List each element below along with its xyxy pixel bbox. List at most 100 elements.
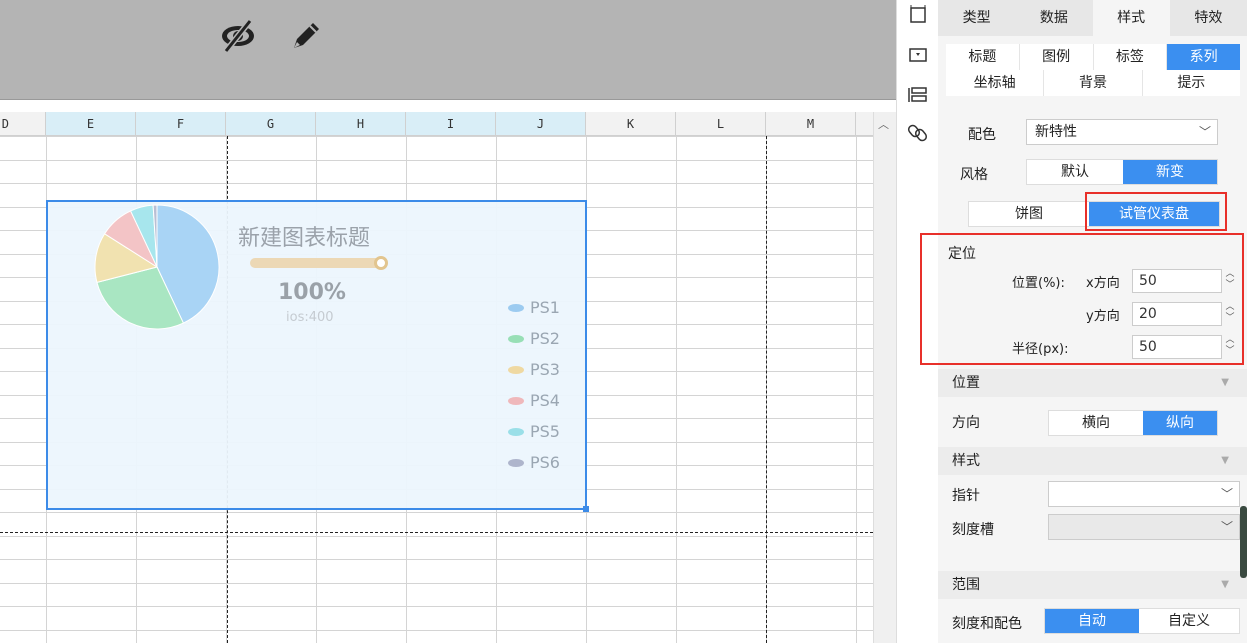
chart-title: 新建图表标题 (238, 226, 371, 251)
grid-row-line (0, 559, 873, 560)
direction-label: 方向 (952, 415, 980, 431)
legend-marker-icon (508, 427, 524, 436)
caret-down-icon: ▼ (1221, 579, 1229, 590)
custom-button[interactable]: 自定义 (1139, 609, 1239, 633)
column-header[interactable]: K (586, 112, 676, 136)
eye-slash-icon[interactable] (218, 16, 258, 56)
style-sub-tabs: 标题 图例 标签 系列 坐标轴 背景 提示 (946, 44, 1240, 96)
scroll-up-icon[interactable]: ︿ (878, 116, 889, 132)
legend-label: PS4 (530, 391, 560, 410)
vertical-scrollbar[interactable]: ︿ (873, 112, 896, 643)
column-header[interactable]: E (46, 112, 136, 136)
color-scheme-select[interactable]: 新特性 ﹀ (1026, 119, 1218, 145)
tab-data[interactable]: 数据 (1015, 0, 1092, 36)
highlight-box (920, 233, 1244, 365)
position-section-header[interactable]: 位置 ▼ (938, 369, 1247, 397)
main-tabs: 类型 数据 样式 特效 (938, 0, 1247, 36)
grid-col-line (676, 136, 677, 643)
color-scheme-value: 新特性 (1035, 124, 1077, 140)
tab-type[interactable]: 类型 (938, 0, 1015, 36)
grid-row-line (0, 512, 873, 513)
legend-marker-icon (508, 396, 524, 405)
grid-row-line (0, 159, 873, 161)
layout-icon[interactable] (907, 84, 929, 106)
range-section-header[interactable]: 范围 ▼ (938, 571, 1247, 599)
column-header[interactable]: M (766, 112, 856, 136)
column-header[interactable]: J (496, 112, 586, 136)
highlight-box (1085, 192, 1227, 231)
chart-legend: PS1 PS2 PS3 PS4 PS5 PS6 (508, 292, 560, 478)
legend-marker-icon (508, 303, 524, 312)
groove-select[interactable]: ﹀ (1048, 514, 1240, 540)
style-default-button[interactable]: 默认 (1027, 160, 1123, 184)
style-section-header[interactable]: 样式 ▼ (938, 447, 1247, 475)
vertical-button[interactable]: 纵向 (1143, 411, 1217, 435)
tab-series[interactable]: 系列 (1167, 44, 1240, 70)
tab-title[interactable]: 标题 (946, 44, 1020, 70)
auto-button[interactable]: 自动 (1045, 609, 1139, 633)
legend-marker-icon (508, 458, 524, 467)
legend-label: PS2 (530, 329, 560, 348)
chevron-down-icon: ﹀ (1220, 487, 1233, 501)
section-title: 范围 (952, 577, 980, 593)
pointer-select[interactable]: ﹀ (1048, 481, 1240, 507)
panel-resize-grip[interactable] (1240, 506, 1247, 578)
column-header[interactable]: H (316, 112, 406, 136)
frame-icon[interactable] (907, 4, 929, 26)
grid-row-line (0, 629, 873, 631)
tab-tooltip[interactable]: 提示 (1143, 70, 1240, 96)
tab-style[interactable]: 样式 (1092, 0, 1170, 36)
scale-color-segmented: 自动 自定义 (1044, 608, 1240, 634)
tab-label[interactable]: 标签 (1094, 44, 1168, 70)
column-header[interactable]: F (136, 112, 226, 136)
chart-container[interactable]: 新建图表标题 100% ios:400 PS1 PS2 PS3 PS4 PS5 PS6 (46, 200, 589, 512)
chevron-down-icon: ﹀ (1198, 125, 1211, 139)
tab-effects[interactable]: 特效 (1170, 0, 1247, 36)
chevron-down-icon: ﹀ (1220, 520, 1233, 534)
grid-row-line (0, 183, 873, 184)
app-window: { "toolbar": { "icons": ["eye-slash-icon… (0, 0, 1247, 643)
legend-item[interactable]: PS5 (508, 416, 560, 447)
horizontal-button[interactable]: 横向 (1049, 411, 1143, 435)
column-header[interactable]: D (0, 112, 46, 136)
tab-background[interactable]: 背景 (1044, 70, 1143, 96)
gauge-value: 100% (278, 280, 346, 305)
gauge-subtitle: ios:400 (286, 310, 334, 325)
legend-label: PS1 (530, 298, 560, 317)
grid-row-line (0, 606, 873, 607)
pie-type-button[interactable]: 饼图 (969, 202, 1089, 226)
resize-handle[interactable] (583, 506, 589, 512)
link-icon[interactable] (907, 122, 929, 144)
grid-row-line (0, 535, 873, 537)
column-header[interactable]: I (406, 112, 496, 136)
tube-gauge-bar (250, 256, 388, 270)
legend-marker-icon (508, 365, 524, 374)
pencil-icon[interactable] (286, 16, 326, 56)
section-title: 位置 (952, 375, 980, 391)
legend-item[interactable]: PS2 (508, 323, 560, 354)
color-scheme-label: 配色 (968, 127, 996, 143)
legend-item[interactable]: PS4 (508, 385, 560, 416)
tab-axis[interactable]: 坐标轴 (946, 70, 1045, 96)
section-title: 样式 (952, 453, 980, 469)
column-header[interactable]: G (226, 112, 316, 136)
legend-item[interactable]: PS1 (508, 292, 560, 323)
page-break-line (766, 136, 767, 643)
style-segmented: 默认 新变 (1026, 159, 1218, 185)
pie-chart (94, 204, 220, 330)
widget-icon[interactable] (907, 44, 929, 66)
style-gradient-button[interactable]: 新变 (1123, 160, 1217, 184)
legend-label: PS6 (530, 453, 560, 472)
tab-legend[interactable]: 图例 (1020, 44, 1094, 70)
column-header[interactable]: L (676, 112, 766, 136)
legend-item[interactable]: PS6 (508, 447, 560, 478)
legend-item[interactable]: PS3 (508, 354, 560, 385)
legend-marker-icon (508, 334, 524, 343)
grid-row-line (0, 582, 873, 584)
legend-label: PS5 (530, 422, 560, 441)
grid-col-line (856, 136, 857, 643)
groove-label: 刻度槽 (952, 522, 994, 538)
property-panel: 类型 数据 样式 特效 标题 图例 标签 系列 坐标轴 背景 提示 配色 新特性… (920, 0, 1247, 643)
style-label: 风格 (960, 167, 988, 183)
page-break-line (0, 532, 873, 533)
